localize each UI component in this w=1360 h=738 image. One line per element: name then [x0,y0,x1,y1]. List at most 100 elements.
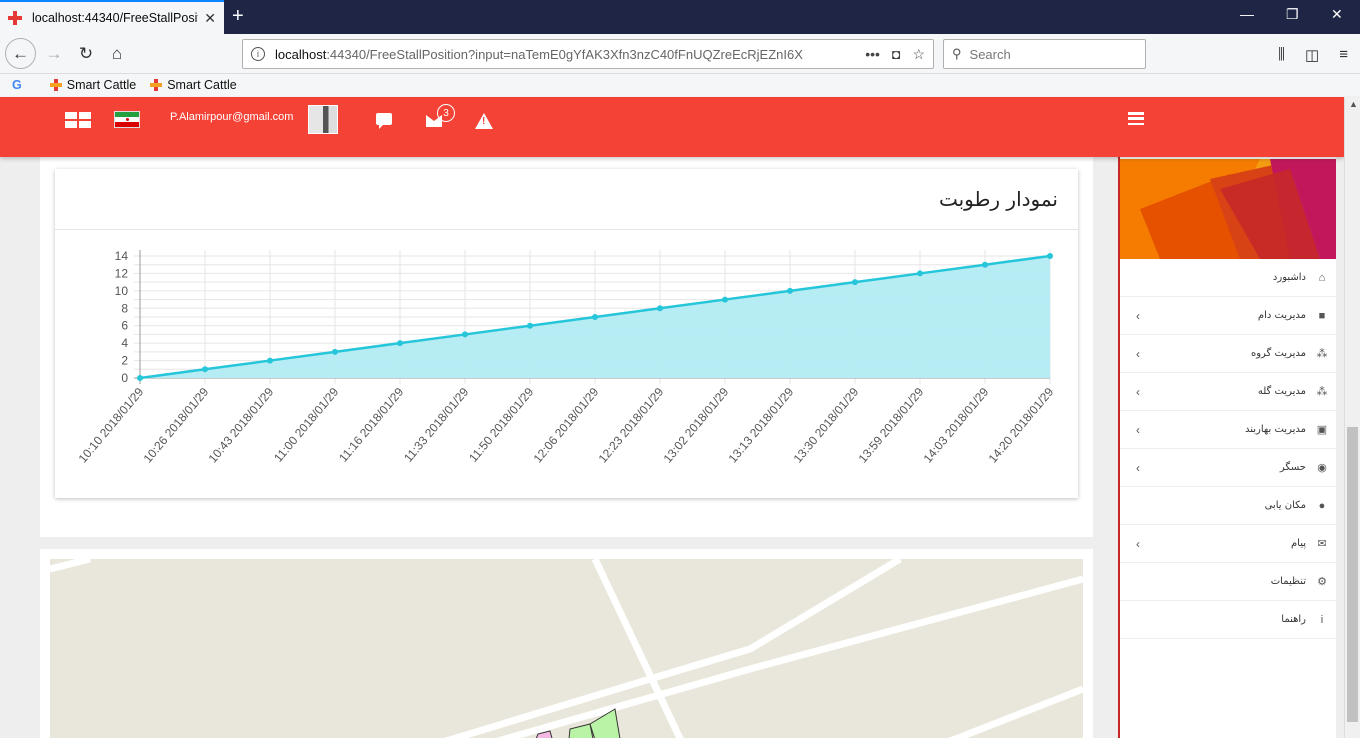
x-tick-label: 13:13 2018/01/29 [726,385,797,466]
url-bar[interactable]: i localhost:44340/FreeStallPosition?inpu… [242,39,934,69]
sidebar-item[interactable]: ‹ مدیریت گروه ⁂ [1120,335,1336,373]
x-tick-label: 14:03 2018/01/29 [921,385,992,466]
close-window-icon[interactable]: ✕ [1331,6,1343,23]
bookmark-favicon-icon [49,79,62,91]
x-tick-label: 13:02 2018/01/29 [661,385,732,466]
avatar[interactable] [308,105,338,134]
home-icon[interactable]: ⌂ [103,40,131,68]
page-actions-icon[interactable]: ••• [865,46,880,63]
search-input[interactable]: ⚲ Search [943,39,1146,69]
scroll-up-icon[interactable]: ▲ [1349,99,1358,109]
sidebar-item[interactable]: تنظیمات ⚙ [1120,563,1336,601]
data-point [852,279,858,286]
sidebar-item-label: راهنما [1281,614,1306,625]
y-tick-label: 14 [115,249,129,263]
data-point [527,322,533,329]
sidebar-item-label: مدیریت گله [1257,386,1306,397]
sidebar-banner [1120,159,1336,259]
data-point [397,340,403,347]
chart-card-title: نمودار رطوبت [938,187,1058,211]
scrollbar-thumb[interactable] [1347,427,1358,722]
browser-nav-bar: ← → ↻ ⌂ i localhost:44340/FreeStallPosit… [0,34,1360,74]
hamburger-menu-icon[interactable] [1128,112,1144,125]
sidebar-toggle-icon[interactable]: ◫ [1305,46,1319,64]
chevron-left-icon: ‹ [1136,461,1140,475]
x-tick-label: 10:10 2018/01/29 [76,385,147,466]
iran-flag-icon[interactable] [114,111,140,128]
chevron-left-icon: ‹ [1136,309,1140,323]
sidebar-item[interactable]: ‹ مدیریت بهاربند ▣ [1120,411,1336,449]
new-tab-icon[interactable]: + [232,5,244,28]
map-view[interactable] [50,559,1083,738]
pocket-icon[interactable]: ◘ [892,46,900,63]
sidebar-item[interactable]: ‹ پیام ✉ [1120,525,1336,563]
browser-tab[interactable]: localhost:44340/FreeStallPositio ✕ [0,0,224,34]
sidebar-item-label: پیام [1290,538,1306,549]
sidebar-menu: داشبورد ⌂ ‹ مدیریت دام ■ ‹ مدیریت گروه ⁂ ‹ مدیریت… [1120,259,1336,639]
user-email[interactable]: P.Alamirpour@gmail.com [170,111,293,123]
x-tick-label: 10:26 2018/01/29 [141,385,212,466]
chat-icon[interactable] [376,113,392,129]
forward-icon[interactable]: → [40,40,68,68]
x-tick-label: 11:00 2018/01/29 [271,385,341,465]
url-text: localhost:44340/FreeStallPosition?input=… [275,46,803,62]
data-point [462,331,468,338]
x-tick-label: 10:43 2018/01/29 [206,385,277,466]
library-icon[interactable]: ⫼ [1278,46,1285,64]
envelope-icon: ✉ [1317,538,1327,550]
map-pin-icon: ● [1318,499,1326,512]
humidity-chart-card: نمودار رطوبت 0 2 4 6 8 10 12 14 10:10 2018/01/29… [55,169,1078,498]
barn-icon: ▣ [1316,424,1328,436]
x-tick-label: 13:59 2018/01/29 [856,385,927,466]
minimize-icon[interactable]: — [1240,6,1254,22]
sidebar-item[interactable]: داشبورد ⌂ [1120,259,1336,297]
data-point [202,366,208,373]
sidebar-item[interactable]: ‹ حسگر ◉ [1120,449,1336,487]
reload-icon[interactable]: ↻ [72,40,100,68]
sidebar-item-label: مکان یابی [1264,500,1306,511]
mail-count-badge: 3 [437,104,455,122]
site-info-icon[interactable]: i [251,47,265,61]
data-point [267,357,273,364]
page-scrollbar[interactable]: ▲ [1344,97,1360,738]
warning-icon[interactable] [475,113,493,129]
sidebar-item-label: حسگر [1279,462,1306,473]
x-tick-label: 14:20 2018/01/29 [986,385,1057,466]
bookmark-star-icon[interactable]: ☆ [912,46,925,63]
menu-icon[interactable]: ≡ [1339,46,1348,64]
chevron-left-icon: ‹ [1136,423,1140,437]
sidebar-item-label: تنظیمات [1270,576,1306,587]
sensor-icon: ◉ [1317,462,1327,474]
close-tab-icon[interactable]: ✕ [204,10,216,27]
search-icon: ⚲ [952,46,962,61]
sidebar-item[interactable]: ‹ مدیریت دام ■ [1120,297,1336,335]
gear-icon: ⚙ [1317,576,1327,588]
page-viewport: P.Alamirpour@gmail.com 3 نمودار رطوبت 0 2… [0,97,1344,738]
sitemap-icon: ⁂ [1316,386,1328,398]
restore-icon[interactable]: ❐ [1286,6,1299,23]
apps-grid-icon[interactable] [65,112,91,128]
data-point [1047,253,1053,259]
bookmark-smart-cattle[interactable]: Smart Cattle [49,78,136,92]
humidity-chart: 0 2 4 6 8 10 12 14 10:10 2018/01/2910:26 2018/01… [76,249,1057,466]
google-icon[interactable]: G [12,78,22,92]
sitemap-icon: ⁂ [1316,348,1328,360]
x-tick-label: 11:16 2018/01/29 [336,385,406,465]
y-tick-label: 10 [115,284,129,298]
sidebar-item[interactable]: ‹ مدیریت گله ⁂ [1120,373,1336,411]
bookmark-smart-cattle[interactable]: Smart Cattle [150,78,237,92]
sidebar-item-label: مدیریت گروه [1250,348,1306,359]
data-point [592,314,598,320]
y-tick-label: 12 [115,266,129,280]
map-roads [50,559,1083,738]
data-point [722,296,728,303]
app-header: P.Alamirpour@gmail.com 3 [0,97,1344,157]
sidebar-item[interactable]: راهنما i [1120,601,1336,639]
chevron-left-icon: ‹ [1136,385,1140,399]
data-point [657,305,663,312]
sidebar-item-label: داشبورد [1272,272,1306,283]
right-sidebar: داشبورد ⌂ ‹ مدیریت دام ■ ‹ مدیریت گروه ⁂ ‹ مدیریت… [1118,157,1336,738]
back-icon[interactable]: ← [5,38,36,69]
sidebar-item[interactable]: مکان یابی ● [1120,487,1336,525]
cow-icon: ■ [1318,309,1326,322]
